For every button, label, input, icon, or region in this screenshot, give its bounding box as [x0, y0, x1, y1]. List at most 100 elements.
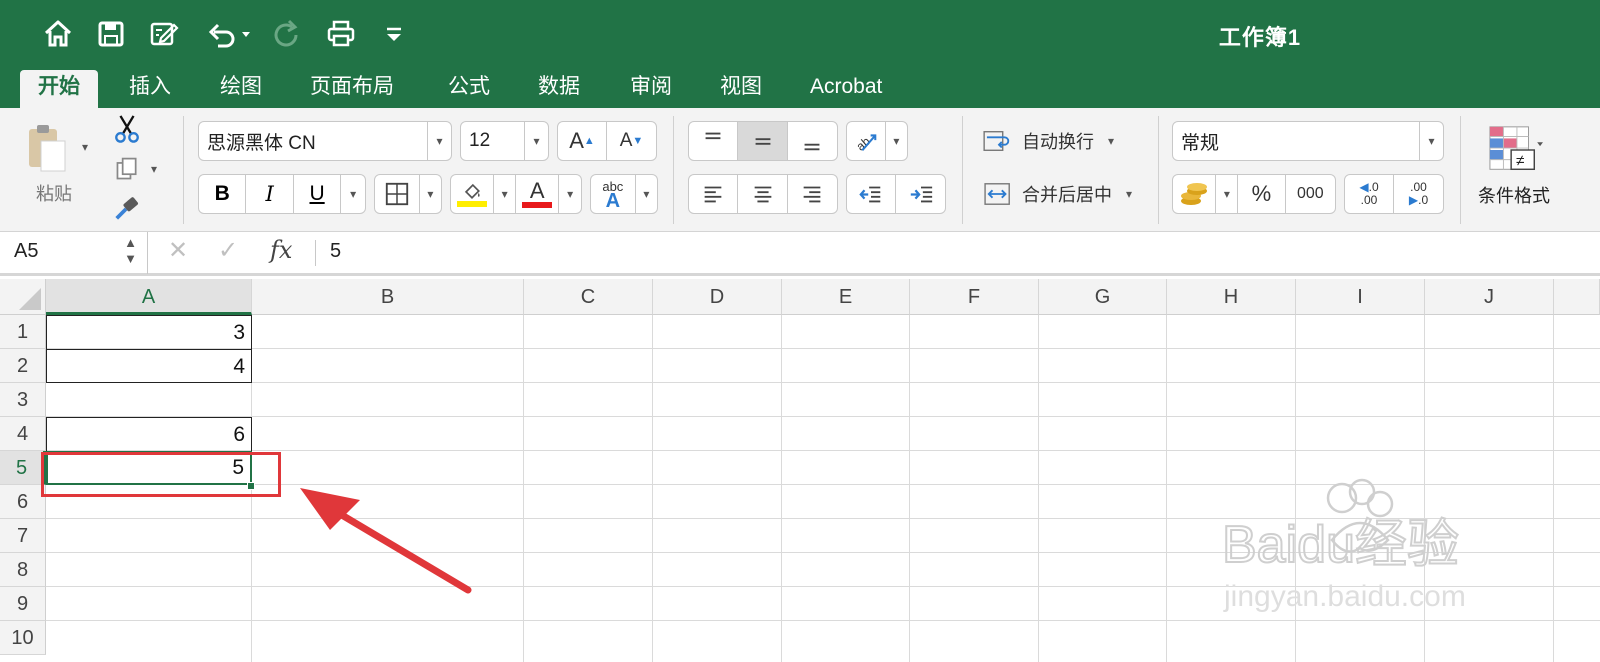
print-icon[interactable] [321, 14, 361, 54]
formula-input[interactable]: 5 [330, 240, 341, 263]
tab-insert[interactable]: 插入 [111, 70, 189, 108]
row-header-8[interactable]: 8 [0, 553, 46, 587]
grow-font-icon[interactable]: A ▲ [558, 122, 608, 160]
phonetic-button[interactable]: abc A ▾ [590, 174, 658, 214]
align-top-icon[interactable] [689, 122, 739, 160]
enter-icon[interactable]: ✓ [218, 236, 238, 265]
grid-line [523, 315, 524, 662]
currency-dropdown-icon[interactable]: ▾ [1216, 175, 1239, 213]
fill-color-dropdown-icon[interactable]: ▾ [494, 175, 516, 213]
align-bottom-icon[interactable] [788, 122, 837, 160]
row-header-5[interactable]: 5 [0, 451, 46, 485]
borders-dropdown-icon[interactable]: ▾ [420, 175, 441, 213]
font-color-dropdown-icon[interactable]: ▾ [559, 175, 581, 213]
column-header-D[interactable]: D [653, 279, 782, 315]
column-header-B[interactable]: B [252, 279, 524, 315]
column-header-C[interactable]: C [524, 279, 653, 315]
tab-data[interactable]: 数据 [520, 70, 598, 108]
tab-page-layout[interactable]: 页面布局 [292, 70, 412, 108]
ribbon-home: ▾ 粘贴 ▾ 思源黑体 CN ▾ 12 ▾ A ▲ A ▼ B I U ▾ ▾ … [0, 108, 1600, 232]
conditional-format-button[interactable]: ≠ [1478, 120, 1552, 180]
font-color-icon[interactable]: A [516, 175, 560, 213]
decrease-indent-icon[interactable] [847, 175, 897, 213]
row-header-4[interactable]: 4 [0, 417, 46, 451]
column-header-A[interactable]: A [46, 279, 252, 315]
cell-A3[interactable] [46, 383, 252, 417]
orientation-icon: ab [847, 122, 886, 160]
column-header-J[interactable]: J [1425, 279, 1554, 315]
undo-icon[interactable] [198, 14, 258, 54]
fill-color-icon[interactable] [451, 175, 495, 213]
grid-line [46, 450, 1600, 451]
row-header-6[interactable]: 6 [0, 485, 46, 519]
phonetic-dropdown-icon[interactable]: ▾ [636, 175, 657, 213]
cell-A1[interactable]: 3 [46, 315, 252, 349]
column-header-E[interactable]: E [782, 279, 910, 315]
column-header-I[interactable]: I [1296, 279, 1425, 315]
select-all-corner[interactable] [0, 279, 46, 315]
currency-icon[interactable] [1173, 175, 1217, 213]
name-box-stepper-icon[interactable]: ▲ ▼ [124, 235, 137, 267]
name-box[interactable]: A5 ▲ ▼ [0, 232, 148, 274]
tab-home[interactable]: 开始 [20, 70, 98, 108]
column-header-G[interactable]: G [1039, 279, 1167, 315]
font-name-dropdown-icon[interactable]: ▾ [427, 122, 451, 160]
edit-icon[interactable] [144, 14, 184, 54]
column-header-F[interactable]: F [910, 279, 1039, 315]
column-header-H[interactable]: H [1167, 279, 1296, 315]
tab-draw[interactable]: 绘图 [202, 70, 280, 108]
row-header-3[interactable]: 3 [0, 383, 46, 417]
borders-button[interactable]: ▾ [374, 174, 442, 214]
customize-icon[interactable] [374, 14, 414, 54]
paste-dropdown-icon[interactable]: ▾ [82, 140, 88, 154]
row-header-1[interactable]: 1 [0, 315, 46, 349]
copy-dropdown-icon[interactable]: ▾ [151, 162, 157, 176]
cell-A4[interactable]: 6 [46, 417, 252, 451]
orientation-dropdown-icon[interactable]: ▾ [886, 122, 907, 160]
format-painter-icon[interactable] [110, 192, 144, 224]
redo-icon[interactable] [266, 14, 306, 54]
percent-button[interactable]: % [1238, 175, 1286, 213]
row-header-2[interactable]: 2 [0, 349, 46, 383]
tab-formulas[interactable]: 公式 [430, 70, 508, 108]
decrease-decimal-icon[interactable]: .00 ▶.0 [1394, 175, 1443, 213]
tab-view[interactable]: 视图 [702, 70, 780, 108]
row-header-9[interactable]: 9 [0, 587, 46, 621]
font-size-dropdown-icon[interactable]: ▾ [524, 122, 548, 160]
scissors-icon[interactable] [110, 112, 144, 146]
increase-decimal-icon[interactable]: ◀.0 .00 [1345, 175, 1395, 213]
align-center-icon[interactable] [738, 175, 788, 213]
align-middle-icon[interactable] [738, 122, 788, 160]
row-header-10[interactable]: 10 [0, 621, 46, 655]
copy-icon[interactable] [110, 152, 144, 186]
tab-review[interactable]: 审阅 [612, 70, 690, 108]
paste-button[interactable] [22, 120, 72, 178]
tab-acrobat[interactable]: Acrobat [792, 70, 900, 108]
cell-A2[interactable]: 4 [46, 349, 252, 383]
font-size-select[interactable]: 12 ▾ [460, 121, 549, 161]
home-icon[interactable] [38, 14, 78, 54]
insert-function-icon[interactable]: fx [270, 236, 292, 264]
align-left-icon[interactable] [689, 175, 739, 213]
number-format-dropdown-icon[interactable]: ▾ [1419, 122, 1443, 160]
font-name-select[interactable]: 思源黑体 CN ▾ [198, 121, 452, 161]
number-format-select[interactable]: 常规 ▾ [1172, 121, 1444, 161]
column-header-K[interactable] [1554, 279, 1600, 315]
bold-button[interactable]: B [199, 175, 247, 213]
shrink-font-icon[interactable]: A ▼ [607, 122, 656, 160]
grid-line [652, 315, 653, 662]
underline-dropdown-icon[interactable]: ▾ [341, 175, 365, 213]
save-icon[interactable] [91, 14, 131, 54]
fill-color-swatch [457, 201, 488, 207]
merge-center-button[interactable]: 合并后居中 ▾ [982, 176, 1132, 212]
orientation-button[interactable]: ab ▾ [846, 121, 908, 161]
row-header-7[interactable]: 7 [0, 519, 46, 553]
comma-style-button[interactable]: 000 [1286, 175, 1335, 213]
italic-button[interactable]: I [246, 175, 294, 213]
group-separator [183, 116, 184, 224]
increase-indent-icon[interactable] [896, 175, 945, 213]
cancel-icon[interactable]: ✕ [168, 236, 188, 265]
wrap-text-button[interactable]: 自动换行 ▾ [982, 124, 1114, 158]
underline-button[interactable]: U [294, 175, 342, 213]
align-right-icon[interactable] [788, 175, 837, 213]
